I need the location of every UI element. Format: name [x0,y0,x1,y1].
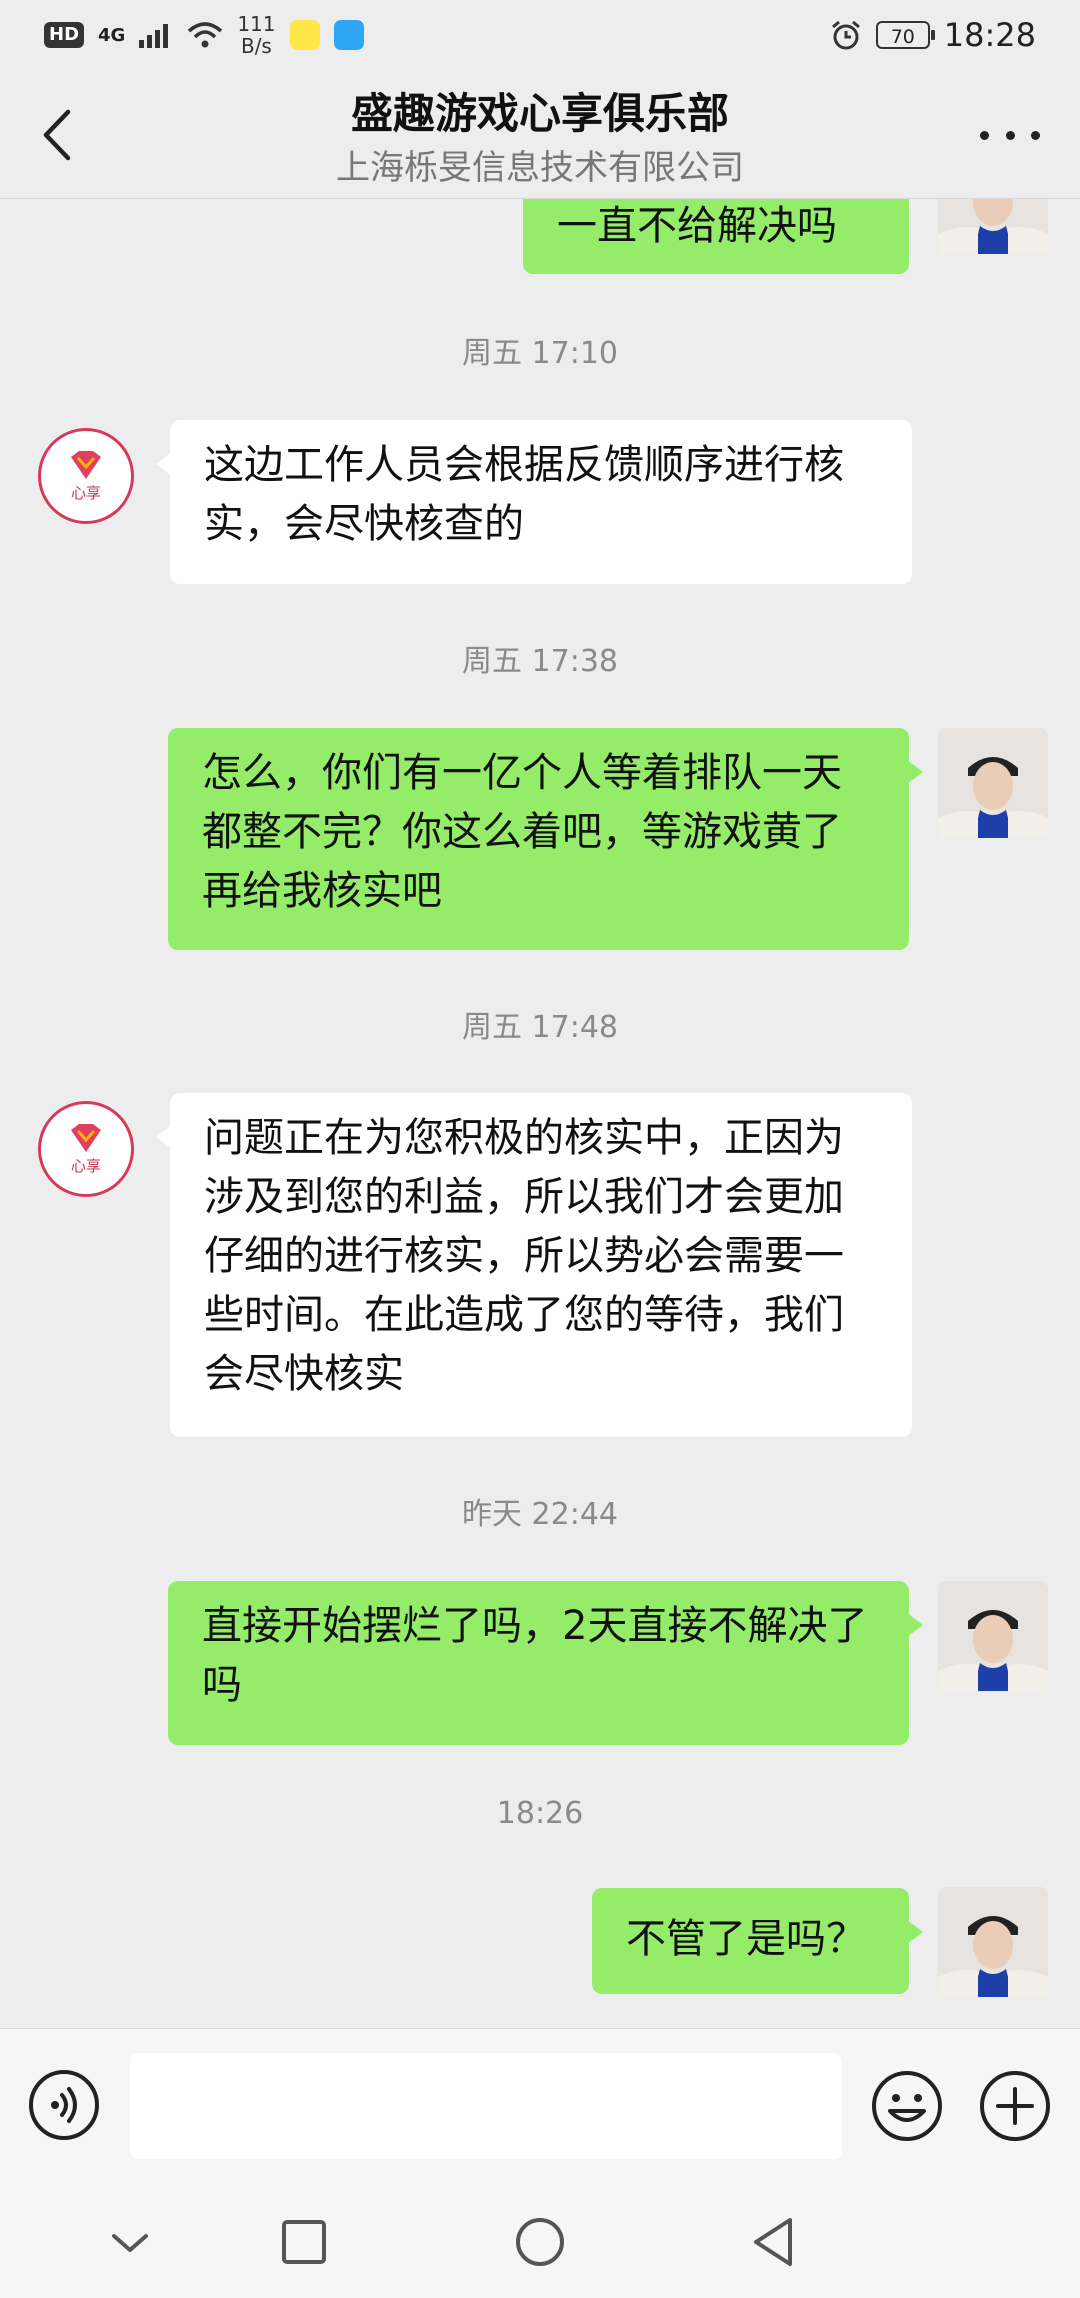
alarm-icon [831,20,860,50]
app-notification-icon [289,20,320,50]
message-bubble-self[interactable]: 不管了是吗？ [592,1888,923,1994]
chat-subtitle: 上海栎旻信息技术有限公司 [336,148,744,188]
wifi-icon [188,22,223,48]
message-timestamp: 昨天 22:44 [462,1497,618,1532]
message-text: 问题正在为您积极的核实中，正因为涉及到您的利益，所以我们才会更加仔细的进行核实，… [204,1115,844,1397]
chat-header: 盛趣游戏心享俱乐部 上海栎旻信息技术有限公司 [0,70,1080,199]
network-label: 4G [98,24,126,46]
hd-badge: HD [44,22,85,48]
circle-icon[interactable] [510,2212,570,2272]
input-bar [0,2028,1080,2183]
triangle-back-icon[interactable] [744,2212,804,2272]
user-avatar[interactable] [938,198,1048,254]
message-text: 不管了是吗？ [626,1916,866,1962]
message-timestamp: 周五 17:38 [462,644,618,679]
user-photo-icon [938,728,1048,838]
search-app-icon [333,20,364,50]
message-bubble-self[interactable]: 怎么，你们有一亿个人等着排队一天都整不完？你这么着吧，等游戏黄了再给我核实吧 [168,728,923,950]
status-bar: HD 4G 111 B/s 70 18:28 [0,0,1080,70]
heart-gem-icon [71,1124,101,1152]
more-button[interactable] [980,120,1040,150]
shop-avatar-label: 心享 [70,484,101,502]
chat-area[interactable]: 一直不给解决吗 周五 17:10 心享 这边工作人员会根据反馈顺序进行核实，会尽… [0,198,1080,2028]
voice-icon[interactable] [28,2069,100,2141]
net-speed: 111 B/s [237,13,275,57]
system-nav-bar [0,2182,1080,2298]
message-timestamp: 18:26 [496,1796,584,1831]
square-icon[interactable] [274,2212,334,2272]
more-dot-icon [1005,130,1015,140]
user-photo-icon [938,198,1048,254]
shop-avatar[interactable]: 心享 [38,1101,134,1197]
status-time: 18:28 [943,16,1036,54]
message-bubble-other[interactable]: 问题正在为您积极的核实中，正因为涉及到您的利益，所以我们才会更加仔细的进行核实，… [156,1093,912,1437]
message-bubble-other[interactable]: 这边工作人员会根据反馈顺序进行核实，会尽快核查的 [156,420,912,584]
chat-title: 盛趣游戏心享俱乐部 [350,89,729,138]
message-text: 怎么，你们有一亿个人等着排队一天都整不完？你这么着吧，等游戏黄了再给我核实吧 [202,750,842,914]
net-speed-value: 111 [237,12,276,36]
user-photo-icon [938,1581,1048,1691]
more-dot-icon [980,130,989,140]
user-avatar[interactable] [938,728,1048,838]
message-text: 这边工作人员会根据反馈顺序进行核实，会尽快核查的 [204,442,844,547]
message-text: 直接开始摆烂了吗，2天直接不解决了吗 [202,1603,868,1708]
plus-icon[interactable] [978,2069,1052,2143]
heart-gem-icon [71,451,101,479]
emoji-icon[interactable] [870,2069,944,2143]
net-speed-unit: B/s [240,34,272,58]
status-right: 70 18:28 [830,16,1036,54]
message-input[interactable] [130,2053,842,2159]
shop-avatar-label: 心享 [70,1157,101,1175]
message-bubble-self[interactable]: 直接开始摆烂了吗，2天直接不解决了吗 [168,1581,923,1745]
message-bubble-self[interactable]: 一直不给解决吗 [523,198,909,274]
chevron-down-icon[interactable] [100,2212,160,2272]
more-dot-icon [1031,130,1040,140]
message-text: 一直不给解决吗 [557,203,837,249]
status-left: HD 4G 111 B/s [44,13,364,57]
user-avatar[interactable] [938,1887,1048,1997]
user-photo-icon [938,1887,1048,1997]
shop-avatar[interactable]: 心享 [38,428,134,524]
signal-icon [139,24,169,48]
message-timestamp: 周五 17:48 [462,1010,618,1045]
message-timestamp: 周五 17:10 [462,336,618,371]
battery-indicator: 70 [875,21,935,49]
user-avatar[interactable] [938,1581,1048,1691]
